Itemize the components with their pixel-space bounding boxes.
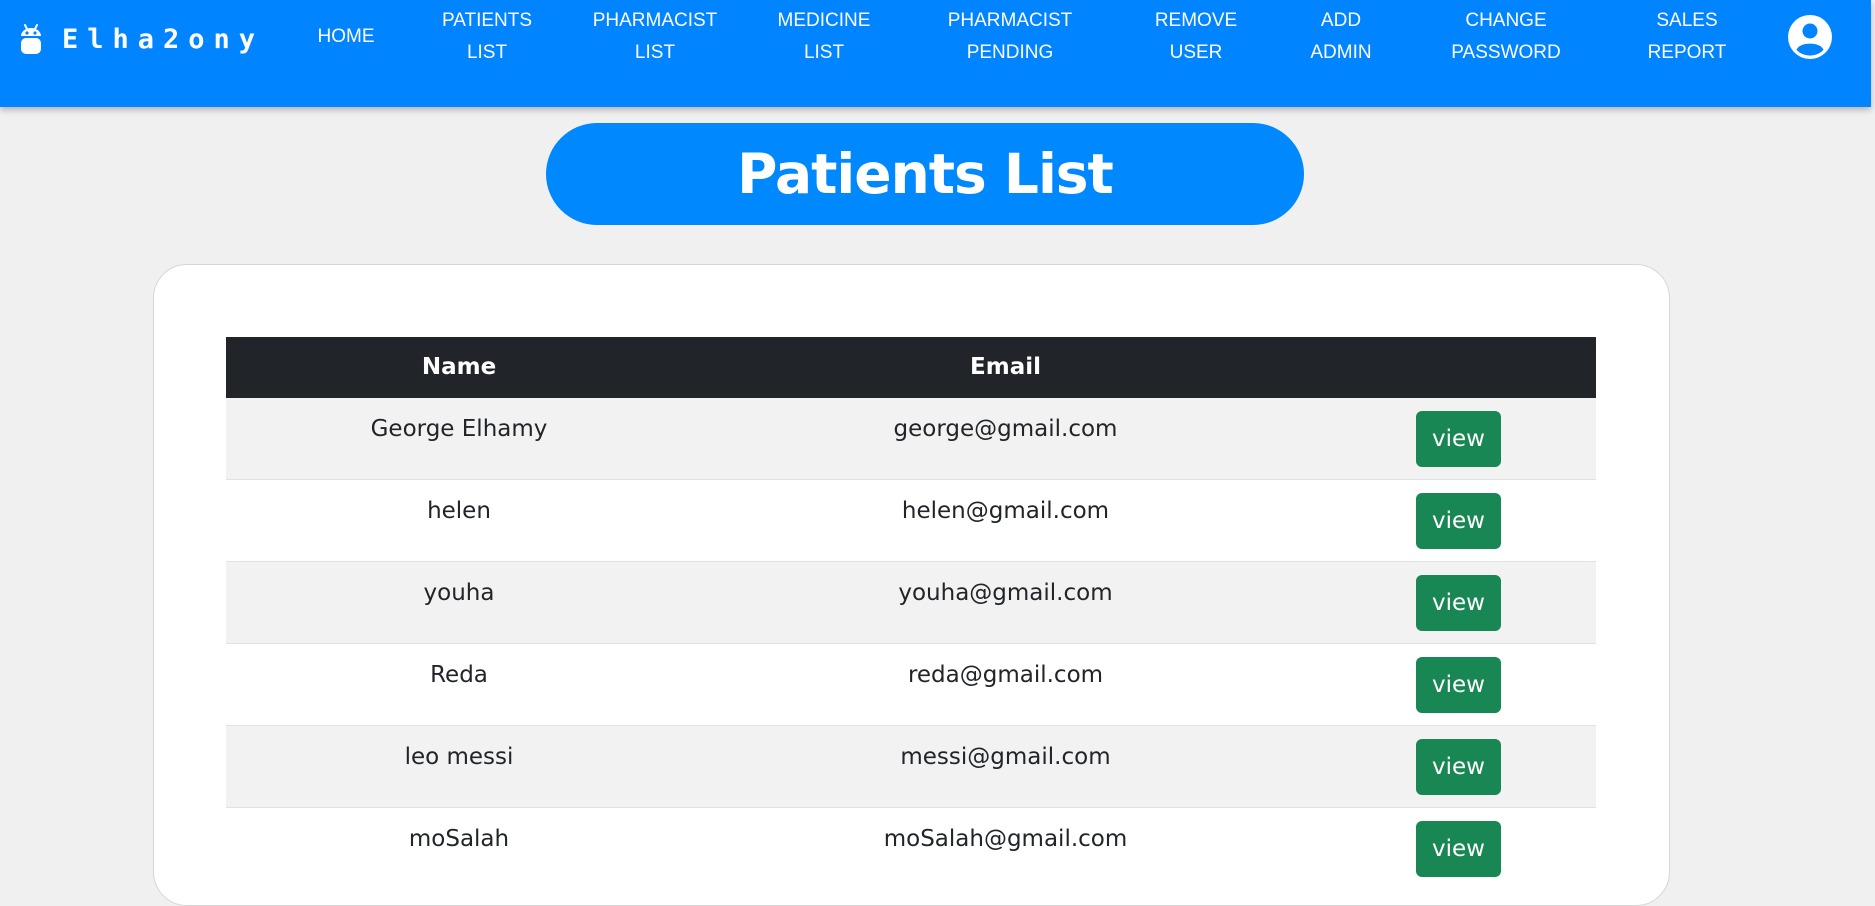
patient-name: George Elhamy [370, 416, 548, 442]
nav-label-line2: REPORT [1647, 42, 1727, 63]
nav-label-line2: PASSWORD [1451, 42, 1561, 63]
account-circle-icon [1788, 15, 1832, 59]
patient-name: youha [423, 580, 495, 606]
nav-patients-list[interactable]: PATIENTS LIST [427, 6, 547, 68]
nav-label-line1: PHARMACIST [947, 10, 1073, 31]
view-button[interactable]: view [1416, 493, 1501, 549]
nav-label-line1: PHARMACIST [592, 10, 718, 31]
nav-label-line1: SALES [1656, 10, 1718, 31]
patient-name: Reda [430, 662, 488, 688]
nav-label-line2: LIST [466, 42, 508, 63]
view-button[interactable]: view [1416, 575, 1501, 631]
patient-email: youha@gmail.com [898, 580, 1113, 606]
patient-email: moSalah@gmail.com [883, 826, 1128, 852]
patient-email: george@gmail.com [893, 416, 1118, 442]
top-navbar: Elha2ony HOME PATIENTS LIST PHARMACIST LIS… [0, 0, 1871, 107]
nav-label-line1: ADD [1320, 10, 1362, 31]
brand-name: Elha2ony [62, 23, 265, 55]
table-row: Reda reda@gmail.com view [226, 643, 1596, 725]
patient-email: reda@gmail.com [907, 662, 1104, 688]
patients-card: Name Email George Elhamy george@gmail.co… [153, 264, 1670, 906]
table-row: helen helen@gmail.com view [226, 479, 1596, 561]
patient-name: moSalah [408, 826, 510, 852]
nav-label-line2: USER [1169, 42, 1223, 63]
nav-medicine-list[interactable]: MEDICINE LIST [764, 6, 884, 68]
table-row: George Elhamy george@gmail.com view [226, 398, 1596, 479]
android-icon [21, 24, 41, 54]
nav-remove-user[interactable]: REMOVE USER [1146, 6, 1246, 68]
nav-label-line2: LIST [803, 42, 845, 63]
nav-label-line1: REMOVE [1154, 10, 1238, 31]
nav-home-label: HOME [317, 26, 375, 47]
nav-label-line2: PENDING [966, 42, 1054, 63]
nav-sales-report[interactable]: SALES REPORT [1637, 6, 1737, 68]
nav-label-line1: CHANGE [1465, 10, 1547, 31]
nav-home[interactable]: HOME [296, 6, 396, 68]
view-button[interactable]: view [1416, 739, 1501, 795]
column-header-name: Name [421, 354, 497, 380]
page-title-banner: Patients List [546, 123, 1304, 225]
patient-name: helen [427, 498, 491, 524]
patient-email: helen@gmail.com [901, 498, 1110, 524]
nav-label-line2: ADMIN [1310, 42, 1372, 63]
table-row: moSalah moSalah@gmail.com view [226, 807, 1596, 889]
view-button[interactable]: view [1416, 821, 1501, 877]
nav-label-line1: PATIENTS [441, 10, 533, 31]
nav-pharmacist-pending[interactable]: PHARMACIST PENDING [935, 6, 1085, 68]
brand-logo[interactable]: Elha2ony [18, 18, 264, 60]
table-row: youha youha@gmail.com view [226, 561, 1596, 643]
patient-email: messi@gmail.com [900, 744, 1111, 770]
nav-change-password[interactable]: CHANGE PASSWORD [1441, 6, 1571, 68]
nav-label-line2: LIST [634, 42, 676, 63]
nav-label-line1: MEDICINE [777, 10, 871, 31]
view-button[interactable]: view [1416, 657, 1501, 713]
patients-table: Name Email George Elhamy george@gmail.co… [226, 337, 1596, 889]
account-button[interactable] [1788, 15, 1832, 59]
nav-pharmacist-list[interactable]: PHARMACIST LIST [580, 6, 730, 68]
table-header: Name Email [226, 337, 1596, 398]
column-header-email: Email [970, 354, 1041, 380]
page-title: Patients List [737, 142, 1114, 206]
table-row: leo messi messi@gmail.com view [226, 725, 1596, 807]
view-button[interactable]: view [1416, 411, 1501, 467]
patient-name: leo messi [404, 744, 514, 770]
nav-add-admin[interactable]: ADD ADMIN [1291, 6, 1391, 68]
